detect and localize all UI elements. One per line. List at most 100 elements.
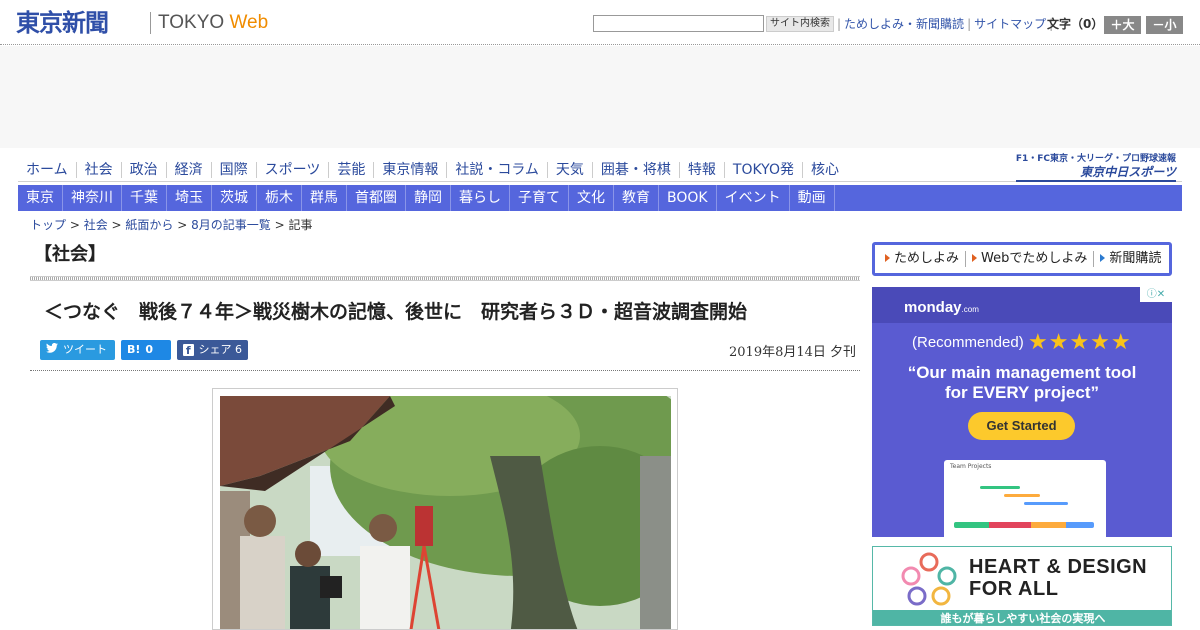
facebook-share-count: 6 [235, 343, 242, 356]
ad-recommended: (Recommended) [912, 334, 1024, 351]
site-header: 東京新聞 TOKYO Web サイト内検索 | ためしよみ・新聞購読 | サイトマップ… [0, 0, 1200, 45]
chunichi-logo: 東京中日スポーツ [1015, 165, 1176, 182]
region-item-kanagawa[interactable]: 神奈川 [63, 185, 122, 211]
breadcrumb-current: 記事 [288, 218, 313, 232]
heart-design-ad[interactable]: HEART & DESIGN FOR ALL 誰もが暮らしやすい社会の実現へ [872, 546, 1172, 626]
breadcrumb-august-list[interactable]: 8月の記事一覧 [191, 218, 271, 232]
subscription-links: ためしよみ Webでためしよみ 新聞購読 [872, 242, 1172, 276]
twitter-bird-icon [46, 340, 58, 360]
nav-item-sports[interactable]: スポーツ [257, 161, 330, 178]
header-link-trial-subscribe[interactable]: ためしよみ・新聞購読 [844, 17, 964, 31]
article-photo-frame [212, 388, 678, 630]
nav-item-home[interactable]: ホーム [18, 161, 77, 178]
blue-triangle-icon [1100, 254, 1106, 262]
heart-design-subtitle: 誰もが暮らしやすい社会の実現へ [873, 610, 1171, 625]
region-item-chiba[interactable]: 千葉 [122, 185, 167, 211]
status-bar [954, 522, 1094, 528]
gantt-bar [1004, 494, 1040, 497]
nav-item-tokyo-info[interactable]: 東京情報 [374, 161, 448, 178]
top-ad-banner [0, 46, 1200, 148]
article-date: 2019年8月14日 夕刊 [729, 345, 857, 360]
tokyo-web-logo[interactable]: TOKYO Web [158, 12, 268, 34]
tweet-label: ツイート [63, 343, 107, 356]
nav-item-kakushin[interactable]: 核心 [803, 162, 847, 178]
font-smaller-button[interactable]: －小 [1146, 16, 1183, 34]
ad-screenshot-title: Team Projects [950, 463, 992, 470]
nav-item-economy[interactable]: 経済 [167, 161, 212, 178]
ad-quote-line2: for EVERY project” [945, 383, 1099, 402]
site-search-button[interactable]: サイト内検索 [766, 16, 834, 32]
region-item-living[interactable]: 暮らし [451, 185, 510, 211]
breadcrumb-top[interactable]: トップ [30, 218, 66, 232]
orange-triangle-icon [972, 254, 978, 262]
hatena-bookmark-icon: B! [127, 343, 141, 356]
heart-design-title-line2: FOR ALL [969, 578, 1059, 600]
font-bigger-button[interactable]: ＋大 [1104, 16, 1141, 34]
site-search-input[interactable] [593, 15, 764, 32]
region-item-video[interactable]: 動画 [790, 185, 835, 211]
ad-choices-icon[interactable]: ⓘ✕ [1140, 287, 1172, 302]
facebook-icon: f [183, 344, 194, 357]
nav-item-special-report[interactable]: 特報 [680, 161, 725, 178]
nav-item-weather[interactable]: 天気 [548, 161, 593, 178]
chunichi-sports-link[interactable]: F1・FC東京・大リーグ・プロ野球速報 東京中日スポーツ [1015, 153, 1176, 182]
ad-quote-line1: “Our main management tool [907, 363, 1137, 382]
nav-item-society[interactable]: 社会 [77, 161, 122, 178]
nav-item-entertainment[interactable]: 芸能 [329, 161, 375, 178]
logo-divider [150, 12, 151, 34]
region-item-shutoken[interactable]: 首都圏 [347, 185, 406, 211]
hatena-count: 0 [145, 343, 154, 356]
region-item-tochigi[interactable]: 栃木 [257, 185, 302, 211]
nav-item-international[interactable]: 国際 [212, 161, 257, 178]
hatena-bookmark-button[interactable]: B! 0 [121, 340, 171, 360]
logo-en-main: TOKYO [158, 12, 225, 33]
breadcrumb-society[interactable]: 社会 [84, 218, 108, 232]
region-item-education[interactable]: 教育 [614, 185, 659, 211]
breadcrumb: トップ > 社会 > 紙面から > 8月の記事一覧 > 記事 [30, 218, 313, 232]
heart-design-title: HEART & DESIGN FOR ALL [969, 556, 1147, 600]
section-title: 【社会】 [34, 244, 106, 265]
nav-item-go-shogi[interactable]: 囲碁・将棋 [593, 161, 680, 178]
region-item-culture[interactable]: 文化 [569, 185, 614, 211]
header-links: | ためしよみ・新聞購読 | サイトマップ | [837, 17, 1054, 31]
breadcrumb-print[interactable]: 紙面から [125, 218, 173, 232]
gantt-bar [1024, 502, 1068, 505]
region-item-ibaraki[interactable]: 茨城 [212, 185, 257, 211]
get-started-button[interactable]: Get Started [968, 412, 1075, 440]
nav-item-tokyo-hatsu[interactable]: TOKYO発 [725, 161, 803, 178]
site-logo[interactable]: 東京新聞 [16, 9, 109, 37]
article-photo[interactable] [220, 396, 671, 629]
region-item-gunma[interactable]: 群馬 [302, 185, 347, 211]
monday-logo: monday.com [904, 299, 979, 316]
region-item-events[interactable]: イベント [717, 185, 790, 211]
side-link-trial[interactable]: ためしよみ [879, 251, 967, 267]
side-link-web-trial[interactable]: Webでためしよみ [966, 251, 1095, 267]
gantt-bar [980, 486, 1020, 489]
section-divider [30, 276, 860, 281]
region-item-tokyo[interactable]: 東京 [18, 185, 63, 211]
primary-nav: ホーム 社会 政治 経済 国際 スポーツ 芸能 東京情報 社説・コラム 天気 囲… [18, 158, 1182, 182]
orange-triangle-icon [885, 254, 890, 262]
region-nav: 東京 神奈川 千葉 埼玉 茨城 栃木 群馬 首都圏 静岡 暮らし 子育て 文化 … [18, 185, 1182, 211]
rating-stars-icon: ★★★★★ [1028, 330, 1132, 355]
monday-brand: monday [904, 299, 962, 316]
chunichi-tagline: F1・FC東京・大リーグ・プロ野球速報 [1015, 154, 1176, 164]
nav-item-editorial[interactable]: 社説・コラム [447, 161, 548, 178]
monday-ad[interactable]: monday.com ⓘ✕ (Recommended) ★★★★★ “Our m… [872, 287, 1172, 537]
logo-en-web: Web [229, 12, 269, 33]
facebook-share-button[interactable]: f シェア 6 [177, 340, 248, 360]
font-size-label: 文字（0） [1047, 17, 1104, 31]
region-item-saitama[interactable]: 埼玉 [167, 185, 212, 211]
region-item-shizuoka[interactable]: 静岡 [406, 185, 451, 211]
tweet-button[interactable]: ツイート [40, 340, 115, 360]
nav-item-politics[interactable]: 政治 [122, 161, 167, 178]
facebook-share-label: シェア [198, 343, 232, 356]
date-divider [30, 370, 860, 371]
region-item-book[interactable]: BOOK [659, 185, 717, 211]
side-link-subscribe[interactable]: 新聞購読 [1094, 251, 1167, 267]
heart-design-title-line1: HEART & DESIGN [969, 556, 1148, 578]
heart-design-logo-icon [901, 552, 957, 606]
article-headline: ＜つなぐ 戦後７４年＞戦災樹木の記憶、後世に 研究者ら３Ｄ・超音波調査開始 [44, 301, 748, 323]
header-link-sitemap[interactable]: サイトマップ [974, 17, 1046, 31]
region-item-parenting[interactable]: 子育て [510, 185, 569, 211]
